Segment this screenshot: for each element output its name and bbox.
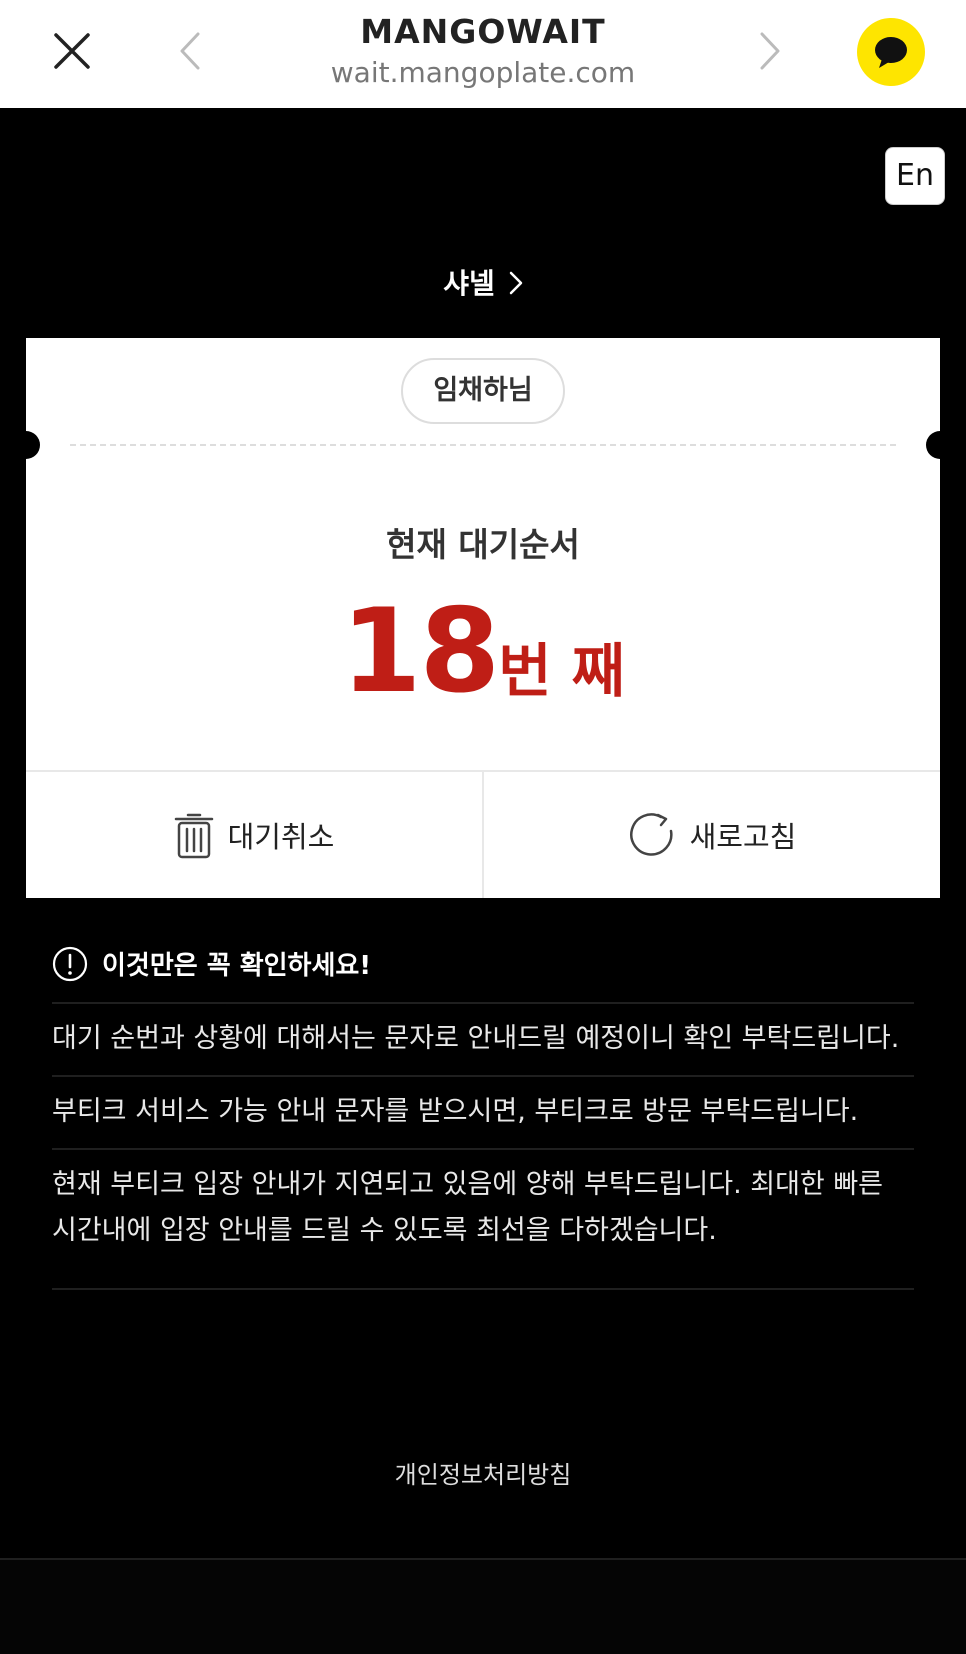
- queue-unit: 번 째: [498, 637, 626, 705]
- notice-heading-text: 이것만은 꼭 확인하세요!: [102, 951, 372, 981]
- store-link[interactable]: 샤넬: [0, 262, 966, 302]
- customer-name-badge: 임채하님: [401, 358, 565, 424]
- ticket-actions: 대기취소 새로고침: [26, 770, 940, 898]
- refresh-button[interactable]: 새로고침: [482, 772, 940, 898]
- waiting-ticket-card: 임채하님 현재 대기순서 18번 째 대기취소 새로고침: [12, 338, 954, 898]
- chevron-right-icon: [509, 271, 523, 295]
- ticket-notch-left: [12, 431, 40, 459]
- notice-heading: 이것만은 꼭 확인하세요!: [52, 945, 914, 1004]
- exclamation-circle-icon: [52, 946, 88, 981]
- bottom-safe-area: [0, 1560, 966, 1654]
- queue-label: 현재 대기순서: [386, 525, 580, 564]
- trash-icon: [174, 813, 213, 859]
- notice-item: 대기 순번과 상황에 대해서는 문자로 안내드릴 예정이니 확인 부탁드립니다.: [52, 1004, 914, 1077]
- store-name: 샤넬: [443, 267, 495, 300]
- refresh-icon: [629, 813, 673, 856]
- ticket-notch-right: [926, 431, 954, 459]
- queue-number: 18: [340, 584, 500, 719]
- language-toggle-button[interactable]: En: [885, 147, 945, 205]
- chat-bubble-icon: [875, 37, 907, 68]
- notice-item: 현재 부티크 입장 안내가 지연되고 있음에 양해 부탁드립니다. 최대한 빠른…: [52, 1150, 914, 1290]
- notice-item: 부티크 서비스 가능 안내 문자를 받으시면, 부티크로 방문 부탁드립니다.: [52, 1077, 914, 1150]
- queue-position: 18번 째: [26, 584, 940, 719]
- browser-header: MANGOWAIT wait.mangoplate.com: [0, 0, 966, 108]
- browser-url: wait.mangoplate.com: [330, 56, 636, 89]
- ticket-divider: [70, 444, 896, 446]
- cancel-waiting-label: 대기취소: [227, 820, 335, 854]
- browser-title: MANGOWAIT: [360, 12, 606, 51]
- privacy-policy-link[interactable]: 개인정보처리방침: [0, 1455, 966, 1490]
- refresh-label: 새로고침: [689, 820, 797, 854]
- notice-section: 이것만은 꼭 확인하세요! 대기 순번과 상황에 대해서는 문자로 안내드릴 예…: [52, 945, 914, 1290]
- kakao-chat-button[interactable]: [857, 18, 925, 86]
- cancel-waiting-button[interactable]: 대기취소: [26, 772, 482, 898]
- forward-arrow-icon[interactable]: [756, 30, 784, 72]
